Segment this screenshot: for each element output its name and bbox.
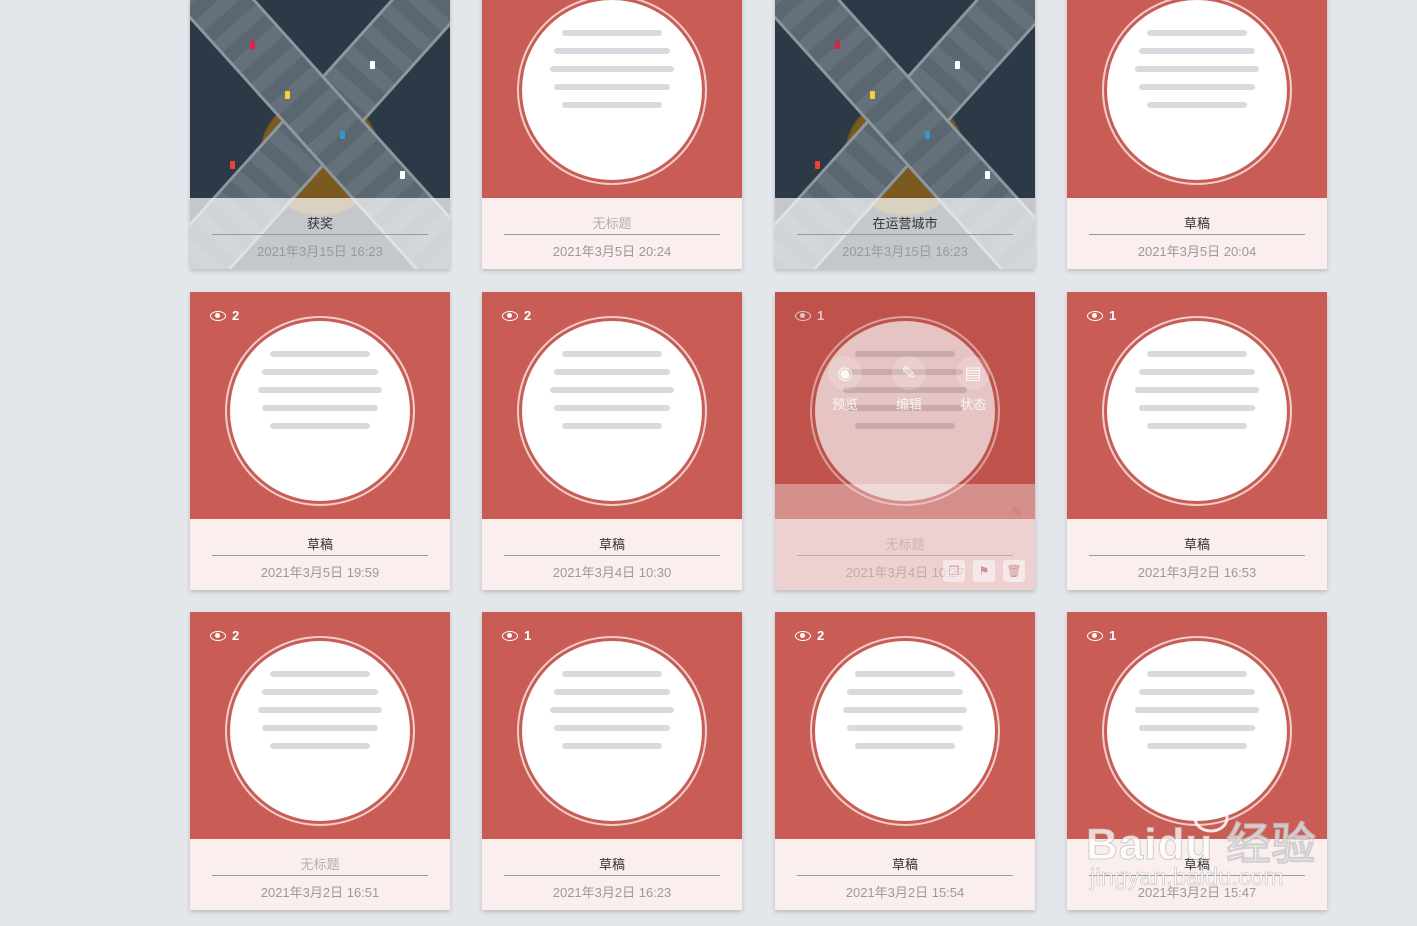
eye-icon [1087,310,1103,321]
easel-icon: ▤ [956,356,990,390]
card-date: 2021年3月2日 15:54 [845,885,965,900]
eye-icon [1087,630,1103,641]
card-date: 2021年3月2日 16:51 [260,885,380,900]
view-count-badge: 1 [1087,308,1116,323]
card-date: 2021年3月15日 16:23 [842,244,968,259]
document-placeholder-icon [230,641,410,821]
view-count: 2 [817,628,825,643]
eye-icon [210,630,226,641]
card-mini-toolbar: ❐ ⚑ 🗑 [943,560,1025,582]
baidu-jingyan-watermark: Baidu 经验 jingyan.baidu.com [1085,778,1356,898]
card-footer: 草稿 2021年3月2日 16:53 [1067,519,1327,590]
card-footer: 获奖 2021年3月15日 16:23 [190,198,450,269]
card-date: 2021年3月4日 10:30 [552,565,672,580]
card-date: 2021年3月5日 20:04 [1137,244,1257,259]
eye-icon [502,630,518,641]
card-title: 无标题 [504,213,720,235]
preview-label: 预览 [831,397,858,412]
card-title: 无标题 [212,854,428,876]
card-1[interactable]: 获奖 2021年3月15日 16:23 [190,0,450,269]
card-6[interactable]: 2 草稿 2021年3月4日 10:30 [482,292,742,590]
view-count: 2 [232,308,240,323]
view-count: 2 [232,628,240,643]
card-footer: 在运营城市 2021年3月15日 16:23 [775,198,1035,269]
trash-icon[interactable]: 🗑 [1003,560,1025,582]
eye-icon [210,310,226,321]
card-footer: 草稿 2021年3月5日 20:04 [1067,198,1327,269]
watermark-brand: Baidu 经验 [1085,820,1317,870]
card-title: 获奖 [212,213,428,235]
card-9[interactable]: 2 无标题 2021年3月2日 16:51 [190,612,450,910]
bookmark-icon[interactable]: ⚑ [973,560,995,582]
view-count-badge: 2 [502,308,531,323]
status-label: 状态 [959,397,986,412]
card-date: 2021年3月2日 16:23 [552,885,672,900]
card-thumbnail: 1 [482,612,742,839]
card-3[interactable]: 在运营城市 2021年3月15日 16:23 [775,0,1035,269]
card-footer: 草稿 2021年3月4日 10:30 [482,519,742,590]
eye-icon [502,310,518,321]
card-title: 草稿 [504,534,720,556]
card-thumbnail: 2 [482,292,742,519]
card-2[interactable]: 无标题 2021年3月5日 20:24 [482,0,742,269]
pencil-icon: ✎ [892,356,926,390]
card-thumbnail [482,0,742,198]
card-date: 2021年3月5日 20:24 [552,244,672,259]
card-4[interactable]: 草稿 2021年3月5日 20:04 [1067,0,1327,269]
card-footer: 草稿 2021年3月2日 15:54 [775,839,1035,910]
edit-button[interactable]: ✎ 编辑 [887,356,931,413]
rename-icon[interactable]: ✎ [1011,504,1023,521]
view-count: 2 [524,308,532,323]
card-footer: 无标题 2021年3月5日 20:24 [482,198,742,269]
document-placeholder-icon [522,321,702,501]
view-count-badge: 2 [210,628,239,643]
view-count-badge: 2 [210,308,239,323]
card-thumbnail: 2 [190,612,450,839]
document-placeholder-icon [815,641,995,821]
document-placeholder-icon [1107,321,1287,501]
card-date: 2021年3月5日 19:59 [260,565,380,580]
card-thumbnail: 2 [190,292,450,519]
watermark-url: jingyan.baidu.com [1090,864,1284,892]
card-title: 草稿 [504,854,720,876]
card-8[interactable]: 1 草稿 2021年3月2日 16:53 [1067,292,1327,590]
view-count-badge: 1 [502,628,531,643]
card-10[interactable]: 1 草稿 2021年3月2日 16:23 [482,612,742,910]
card-thumbnail: 1 [1067,292,1327,519]
view-count-badge: 1 [1087,628,1116,643]
view-count: 1 [524,628,532,643]
card-title: 在运营城市 [797,213,1013,235]
card-footer: 无标题 2021年3月2日 16:51 [190,839,450,910]
status-button[interactable]: ▤ 状态 [951,356,995,413]
edit-label: 编辑 [895,397,922,412]
document-placeholder-icon [230,321,410,501]
card-7-hovered[interactable]: 1 无标题 2021年3月4日 10:27 ◉ 预览 ✎ 编辑 ▤ 状态 ✎ ❐… [775,292,1035,590]
document-placeholder-icon [522,0,702,180]
card-footer: 草稿 2021年3月2日 16:23 [482,839,742,910]
card-thumbnail [1067,0,1327,198]
card-title: 草稿 [212,534,428,556]
card-thumbnail: 2 [775,612,1035,839]
view-count: 1 [1109,308,1117,323]
view-count: 1 [1109,628,1117,643]
card-11[interactable]: 2 草稿 2021年3月2日 15:54 [775,612,1035,910]
card-date: 2021年3月15日 16:23 [257,244,383,259]
hover-actions: ◉ 预览 ✎ 编辑 ▤ 状态 [823,356,995,413]
document-placeholder-icon [522,641,702,821]
preview-button[interactable]: ◉ 预览 [823,356,867,413]
view-count-badge: 2 [795,628,824,643]
copy-icon[interactable]: ❐ [943,560,965,582]
card-5[interactable]: 2 草稿 2021年3月5日 19:59 [190,292,450,590]
card-date: 2021年3月2日 16:53 [1137,565,1257,580]
card-footer: 草稿 2021年3月5日 19:59 [190,519,450,590]
eye-icon [795,630,811,641]
card-title: 草稿 [797,854,1013,876]
card-title: 草稿 [1089,534,1305,556]
eye-icon: ◉ [828,356,862,390]
document-placeholder-icon [1107,0,1287,180]
card-title: 草稿 [1089,213,1305,235]
